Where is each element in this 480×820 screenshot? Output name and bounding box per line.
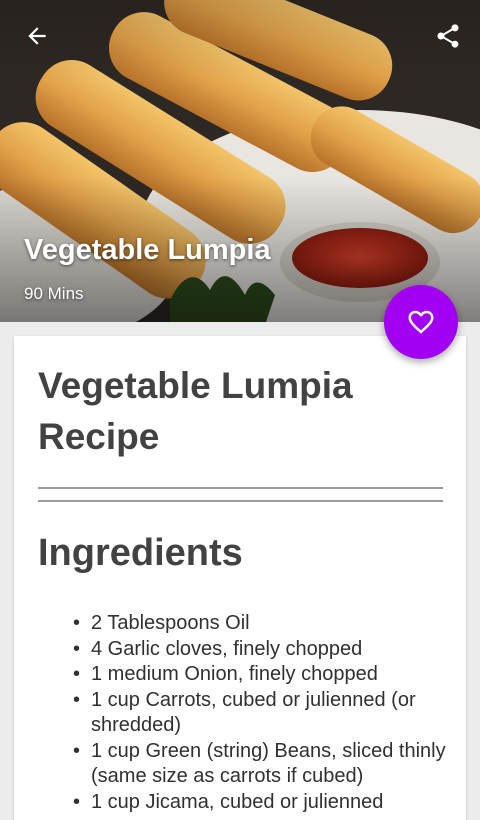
hero-title: Vegetable Lumpia — [24, 234, 271, 266]
favorite-button[interactable] — [384, 285, 458, 359]
ingredients-list: • 2 Tablespoons Oil • 4 Garlic cloves, fin… — [73, 611, 451, 816]
list-item: • 2 Tablespoons Oil — [73, 611, 451, 637]
bullet-icon: • — [73, 612, 81, 634]
ingredient-text: 4 Garlic cloves, finely chopped — [91, 637, 363, 660]
list-item: • 1 cup Jicama, cubed or julienned — [73, 790, 451, 816]
ingredient-text: 1 medium Onion, finely chopped — [91, 663, 378, 685]
divider — [38, 487, 443, 489]
list-item: • 1 cup Green (string) Beans, sliced thin… — [73, 739, 451, 790]
hero-overlay — [0, 0, 480, 322]
recipe-card: Vegetable Lumpia Recipe Ingredients • 2 T… — [14, 336, 466, 820]
list-item: • 4 Garlic cloves, finely chopped — [73, 637, 451, 663]
heart-outline-icon — [408, 310, 434, 334]
cook-time: 90 Mins — [24, 284, 84, 303]
ingredient-text: 1 cup Jicama, cubed or julienned — [91, 790, 384, 813]
share-icon — [437, 24, 459, 48]
bullet-icon: • — [73, 688, 81, 711]
divider — [38, 500, 443, 502]
list-item: • 1 cup Carrots, cubed or julienned (or s… — [73, 688, 451, 739]
share-button[interactable] — [428, 16, 468, 56]
arrow-left-icon — [28, 27, 46, 45]
list-item: • 1 medium Onion, finely chopped — [73, 662, 451, 688]
bullet-icon: • — [73, 637, 81, 660]
ingredient-text: 2 Tablespoons Oil — [91, 612, 250, 634]
bullet-icon: • — [73, 739, 81, 762]
recipe-title: Vegetable Lumpia Recipe — [38, 365, 353, 457]
ingredients-heading: Ingredients — [38, 532, 243, 574]
back-button[interactable] — [17, 16, 57, 56]
ingredient-text: 1 cup Carrots, cubed or julienned (or sh… — [91, 688, 416, 737]
ingredient-text: 1 cup Green (string) Beans, sliced thinl… — [91, 739, 446, 788]
hero-image: Vegetable Lumpia 90 Mins — [0, 0, 480, 322]
bullet-icon: • — [73, 663, 81, 685]
bullet-icon: • — [73, 790, 81, 813]
